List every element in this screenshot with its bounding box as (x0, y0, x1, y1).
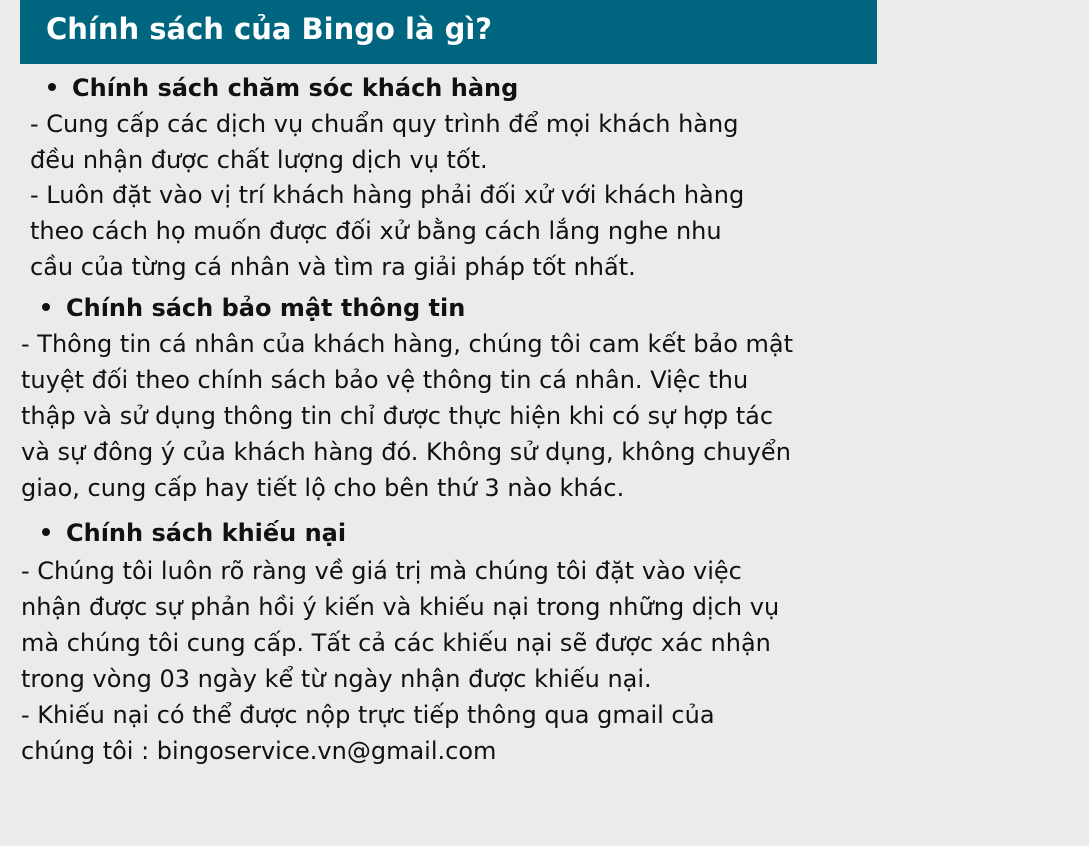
paragraph-line: theo cách họ muốn được đối xử bằng cách … (30, 217, 722, 245)
paragraph-line: giao, cung cấp hay tiết lộ cho bên thứ 3… (21, 474, 625, 502)
paragraph-line: - Luôn đặt vào vị trí khách hàng phải đố… (30, 181, 745, 209)
paragraph-line: - Thông tin cá nhân của khách hàng, chún… (21, 330, 793, 358)
paragraph-line: trong vòng 03 ngày kể từ ngày nhận được … (21, 665, 652, 693)
section-heading-customer-care: Chính sách chăm sóc khách hàng (48, 72, 518, 104)
bullet-icon (42, 528, 50, 536)
paragraph-line: - Cung cấp các dịch vụ chuẩn quy trình đ… (30, 110, 739, 138)
paragraph-line: tuyệt đối theo chính sách bảo vệ thông t… (21, 366, 749, 394)
paragraph-line: thập và sử dụng thông tin chỉ được thực … (21, 402, 774, 430)
section-paragraph: - Khiếu nại có thể được nộp trực tiếp th… (21, 697, 715, 769)
bullet-icon (42, 303, 50, 311)
paragraph-line: đều nhận được chất lượng dịch vụ tốt. (30, 146, 488, 174)
bullet-icon (48, 83, 56, 91)
section-paragraph: - Chúng tôi luôn rõ ràng về giá trị mà c… (21, 553, 779, 697)
section-paragraph: - Luôn đặt vào vị trí khách hàng phải đố… (30, 177, 744, 285)
section-heading-complaints: Chính sách khiếu nại (42, 517, 346, 549)
section-heading-label: Chính sách khiếu nại (66, 519, 347, 547)
page-title: Chính sách của Bingo là gì? (46, 12, 493, 46)
paragraph-line: mà chúng tôi cung cấp. Tất cả các khiếu … (21, 629, 771, 657)
title-bar: Chính sách của Bingo là gì? (20, 0, 877, 64)
paragraph-line: nhận được sự phản hồi ý kiến và khiếu nạ… (21, 593, 780, 621)
paragraph-line: - Chúng tôi luôn rõ ràng về giá trị mà c… (21, 557, 742, 585)
section-paragraph: - Thông tin cá nhân của khách hàng, chún… (21, 326, 793, 506)
paragraph-line: cầu của từng cá nhân và tìm ra giải pháp… (30, 253, 636, 281)
section-heading-label: Chính sách chăm sóc khách hàng (72, 74, 519, 102)
section-heading-data-privacy: Chính sách bảo mật thông tin (42, 292, 465, 324)
section-paragraph: - Cung cấp các dịch vụ chuẩn quy trình đ… (30, 106, 738, 178)
paragraph-line: và sự đông ý của khách hàng đó. Không sử… (21, 438, 791, 466)
paragraph-line: chúng tôi : bingoservice.vn@gmail.com (21, 737, 497, 765)
paragraph-line: - Khiếu nại có thể được nộp trực tiếp th… (21, 701, 715, 729)
section-heading-label: Chính sách bảo mật thông tin (66, 294, 466, 322)
